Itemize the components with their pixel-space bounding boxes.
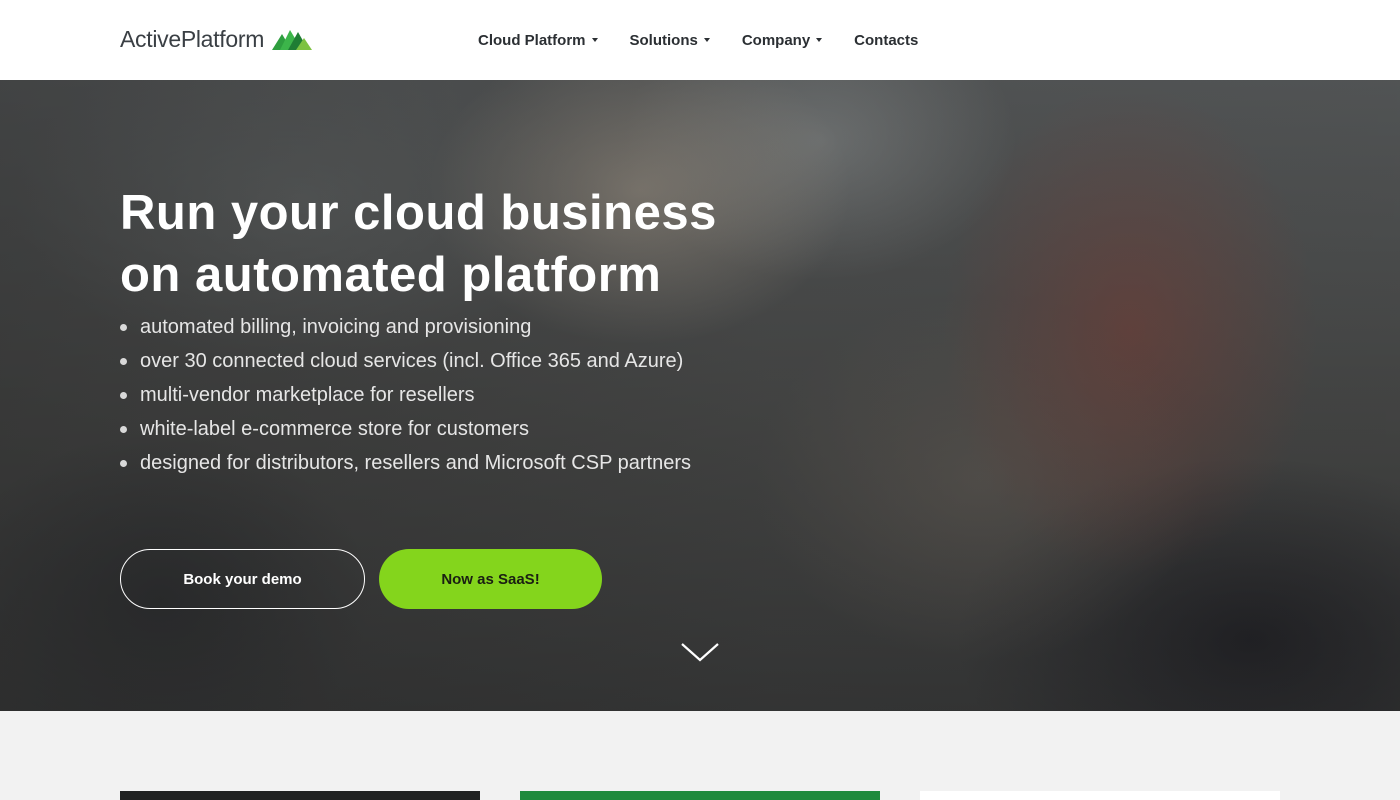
hero-title-line-2: on automated platform <box>120 248 662 302</box>
nav-label: Company <box>741 31 811 49</box>
hero-title-line-1: Run your cloud business <box>120 186 717 240</box>
list-item: automated billing, invoicing and provisi… <box>120 310 820 344</box>
nav-label: Solutions <box>629 31 698 49</box>
nav-label: Cloud Platform <box>478 31 586 49</box>
chevron-down-icon[interactable] <box>680 640 720 664</box>
logo-mountain-icon <box>272 30 313 50</box>
nav-contacts[interactable]: Contacts <box>854 32 918 49</box>
logo-link[interactable]: ActivePlatform <box>120 24 313 54</box>
list-item: over 30 connected cloud services (incl. … <box>120 344 820 378</box>
list-item: multi-vendor marketplace for resellers <box>120 378 820 412</box>
nav-company[interactable]: Company <box>741 31 823 49</box>
caret-down-icon <box>816 38 823 42</box>
main-nav: Cloud Platform Solutions Company Contact… <box>478 0 918 80</box>
list-item: designed for distributors, resellers and… <box>120 446 820 480</box>
list-item: white-label e-commerce store for custome… <box>120 412 820 446</box>
feature-card-3[interactable] <box>920 791 1280 800</box>
hero-feature-list: automated billing, invoicing and provisi… <box>120 310 820 480</box>
hero-title: Run your cloud business on automated pla… <box>120 182 820 306</box>
logo-text: ActivePlatform <box>120 25 265 52</box>
nav-solutions[interactable]: Solutions <box>630 32 710 49</box>
hero-section: Run your cloud business on automated pla… <box>0 80 1400 711</box>
feature-card-2[interactable] <box>520 791 880 800</box>
caret-down-icon <box>591 38 598 42</box>
book-demo-button[interactable]: Book your demo <box>120 549 365 609</box>
nav-label: Contacts <box>854 31 919 49</box>
nav-cloud-platform[interactable]: Cloud Platform <box>478 32 598 49</box>
site-header: ActivePlatform Cloud Platform Solutions … <box>0 0 1400 80</box>
caret-down-icon <box>703 38 710 42</box>
saas-button[interactable]: Now as SaaS! <box>379 549 602 609</box>
feature-card-1[interactable] <box>120 791 480 800</box>
